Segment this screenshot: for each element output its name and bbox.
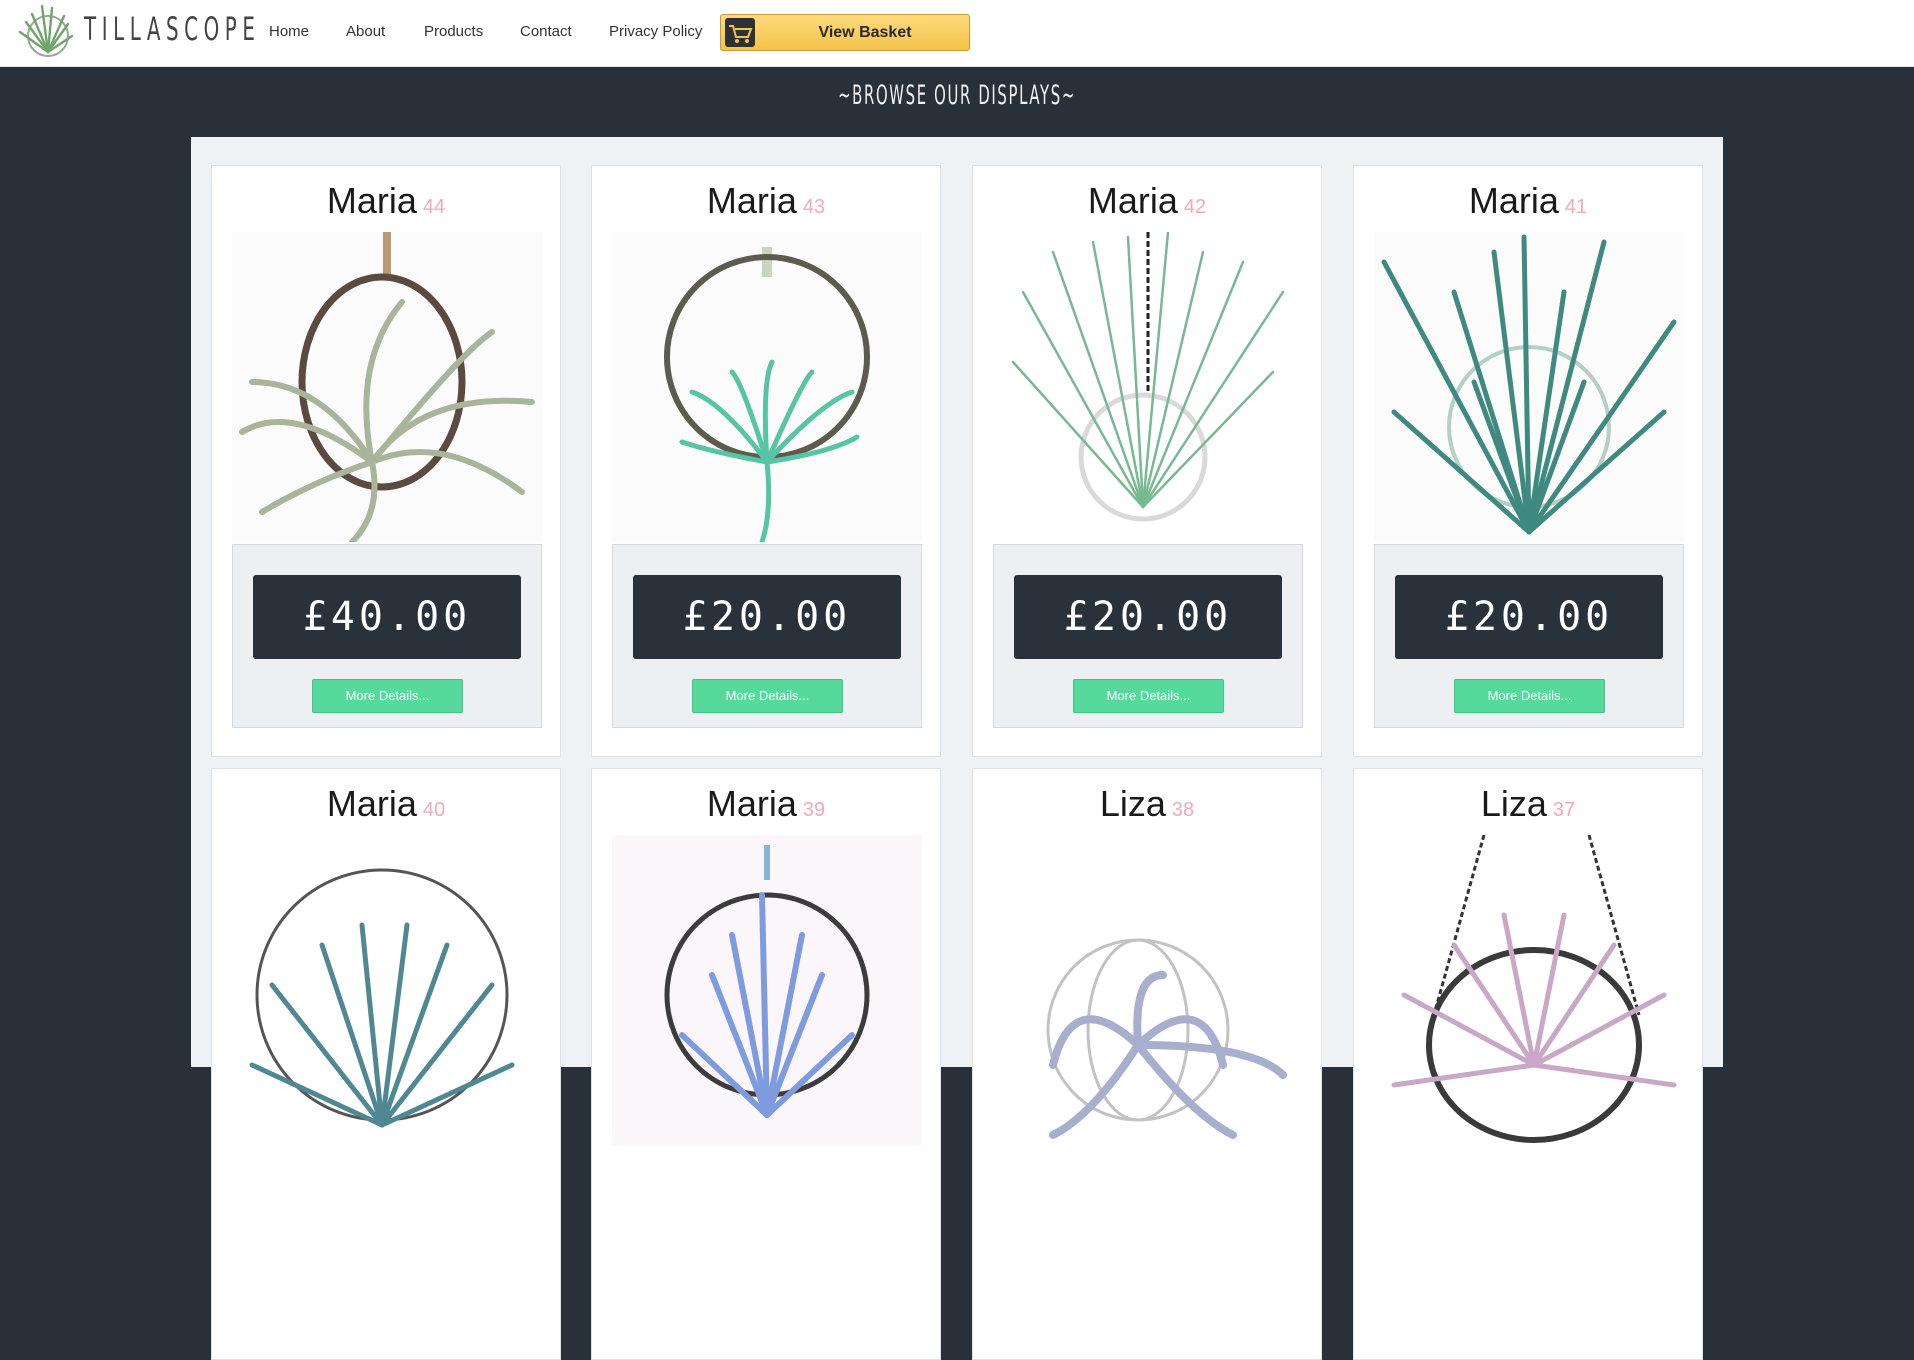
product-title: Maria 39 — [592, 783, 940, 825]
more-details-button[interactable]: More Details... — [312, 679, 463, 713]
product-name: Maria — [1468, 180, 1559, 221]
product-name: Liza — [1480, 783, 1547, 824]
price-box: £40.00 More Details... — [232, 544, 542, 728]
product-title: Maria 44 — [212, 180, 560, 222]
more-details-button[interactable]: More Details... — [692, 679, 843, 713]
price-tag: £20.00 — [1395, 575, 1663, 659]
product-title: Maria 42 — [973, 180, 1321, 222]
product-card: Maria 40 — [211, 768, 561, 1360]
product-title: Liza 37 — [1354, 783, 1702, 825]
product-title: Maria 40 — [212, 783, 560, 825]
price-box: £20.00 More Details... — [1374, 544, 1684, 728]
product-name: Maria — [706, 783, 797, 824]
price-box: £20.00 More Details... — [612, 544, 922, 728]
air-plant-logo-icon[interactable] — [12, 2, 76, 60]
product-card: Maria 42 £20.00 More Details... — [972, 165, 1322, 757]
product-name: Maria — [706, 180, 797, 221]
product-card: Maria 41 £20.00 More Details... — [1353, 165, 1703, 757]
price-tag: £40.00 — [253, 575, 521, 659]
product-image[interactable] — [232, 835, 542, 1145]
product-image[interactable] — [1374, 835, 1684, 1145]
nav-home[interactable]: Home — [269, 23, 309, 40]
product-number: 37 — [1552, 799, 1576, 821]
product-title: Maria 41 — [1354, 180, 1702, 222]
product-number: 39 — [802, 799, 826, 821]
nav-contact[interactable]: Contact — [520, 23, 572, 40]
product-card: Maria 39 — [591, 768, 941, 1360]
cart-icon — [725, 18, 755, 47]
view-basket-button[interactable]: View Basket — [720, 14, 970, 51]
view-basket-label: View Basket — [818, 24, 912, 41]
product-name: Maria — [1087, 180, 1178, 221]
product-number: 43 — [802, 196, 826, 218]
product-card: Liza 38 — [972, 768, 1322, 1360]
product-name: Maria — [326, 180, 417, 221]
product-image[interactable] — [993, 835, 1303, 1145]
product-image[interactable] — [993, 232, 1303, 542]
product-title: Maria 43 — [592, 180, 940, 222]
product-number: 44 — [422, 196, 446, 218]
product-card: Maria 43 £20.00 More Details... — [591, 165, 941, 757]
brand-name[interactable]: TILLASCOPE — [84, 10, 260, 48]
more-details-button[interactable]: More Details... — [1073, 679, 1224, 713]
section-title: ~BROWSE OUR DISPLAYS~ — [838, 80, 1076, 111]
product-card: Liza 37 — [1353, 768, 1703, 1360]
top-navbar: TILLASCOPE Home About Products Contact P… — [0, 0, 1914, 67]
product-name: Liza — [1099, 783, 1166, 824]
product-image[interactable] — [1374, 232, 1684, 542]
product-card: Maria 44 £40.00 More Details... — [211, 165, 561, 757]
price-tag: £20.00 — [633, 575, 901, 659]
product-number: 40 — [422, 799, 446, 821]
price-box: £20.00 More Details... — [993, 544, 1303, 728]
nav-about[interactable]: About — [346, 23, 385, 40]
product-image[interactable] — [612, 232, 922, 542]
product-number: 41 — [1564, 196, 1588, 218]
price-tag: £20.00 — [1014, 575, 1282, 659]
product-grid: Maria44 £40.00 More Details... Maria43 — [191, 137, 1723, 1360]
product-name: Maria — [326, 783, 417, 824]
product-title: Liza 38 — [973, 783, 1321, 825]
more-details-button[interactable]: More Details... — [1454, 679, 1605, 713]
nav-privacy-policy[interactable]: Privacy Policy — [609, 23, 702, 40]
product-number: 38 — [1171, 799, 1195, 821]
product-number: 42 — [1183, 196, 1207, 218]
nav-products[interactable]: Products — [424, 23, 483, 40]
product-image[interactable] — [612, 835, 922, 1145]
product-image[interactable] — [232, 232, 542, 542]
